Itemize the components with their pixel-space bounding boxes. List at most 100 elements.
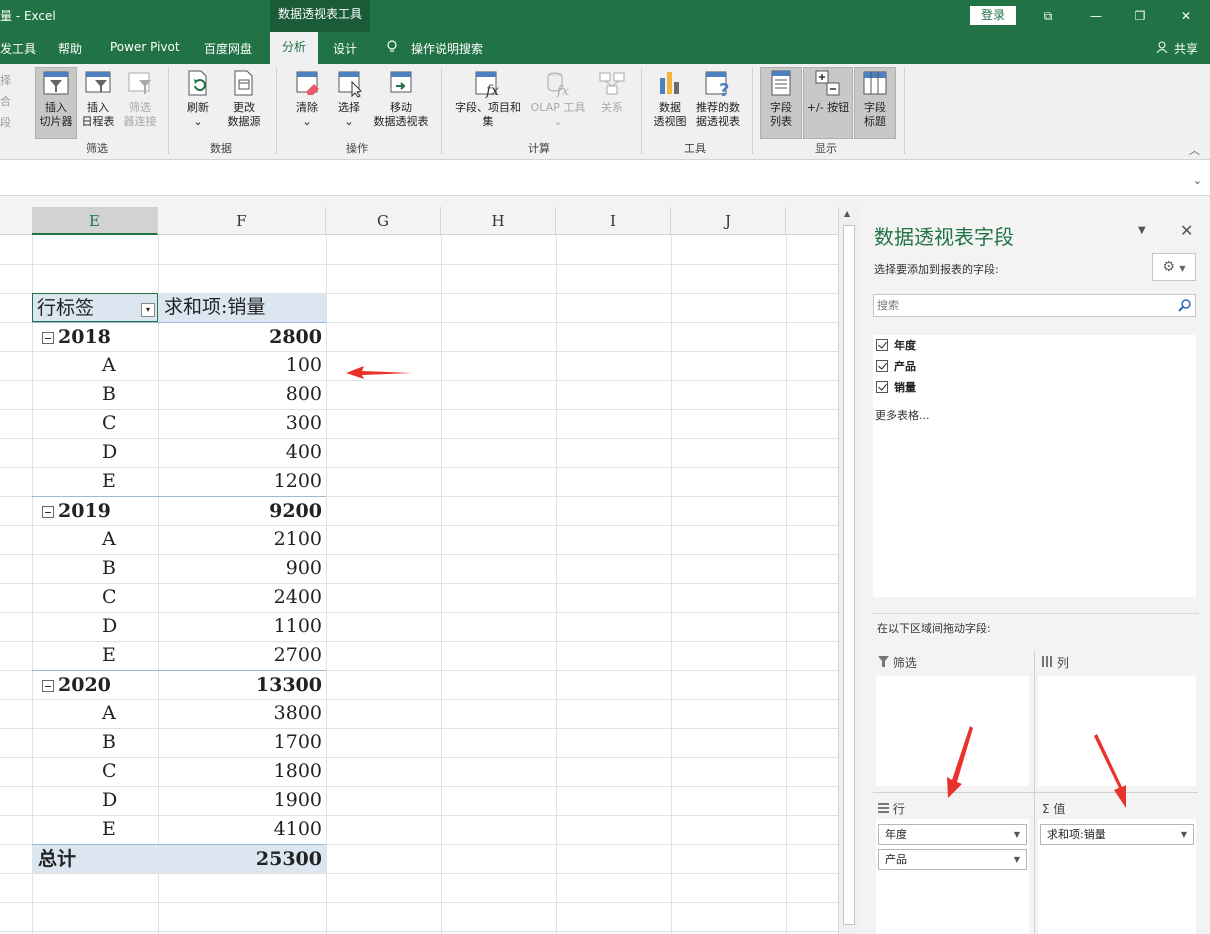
column-header-e[interactable]: E (32, 207, 158, 235)
scroll-up-icon[interactable]: ▲ (844, 209, 850, 218)
tab-analyze[interactable]: 分析 (270, 32, 319, 64)
pivot-product-value[interactable]: 1100 (158, 612, 326, 641)
pivot-product-label[interactable]: D (32, 786, 158, 815)
column-header-h[interactable]: H (441, 207, 556, 235)
pivot-product-value[interactable]: 2400 (158, 583, 326, 612)
pivot-product-value[interactable]: 900 (158, 554, 326, 583)
pivot-product-value[interactable]: 300 (158, 409, 326, 438)
move-pivottable-button[interactable]: 移动 数据透视表 (370, 68, 432, 129)
column-header-i[interactable]: I (556, 207, 671, 235)
olap-tools-button[interactable]: fx OLAP 工具 ⌄ (528, 68, 588, 129)
pivot-year-row-label[interactable]: 2019 (32, 496, 158, 525)
row-field-product[interactable]: 产品 ▼ (878, 849, 1027, 870)
pivot-product-label[interactable]: E (32, 641, 158, 670)
ribbon-display-options-icon[interactable]: ⧉ (1038, 6, 1058, 26)
pivot-product-label[interactable]: C (32, 583, 158, 612)
worksheet-grid[interactable]: E F G H I J 行标签 ▾ 求和项:销量 2018 2800 A 100 B 800 C 3… (0, 207, 838, 934)
share-button[interactable]: 共享 (1156, 40, 1198, 57)
pivot-product-value[interactable]: 800 (158, 380, 326, 409)
recommended-pivottables-button[interactable]: ? 推荐的数 据透视表 (692, 68, 744, 129)
pivot-year-row-label[interactable]: 2020 (32, 670, 158, 699)
pivot-year-row-label[interactable]: 2018 (32, 322, 158, 351)
clear-button[interactable]: 清除 ⌄ (290, 68, 324, 129)
relationships-button[interactable]: 关系 (592, 68, 632, 115)
collapse-group-icon[interactable] (42, 506, 54, 518)
field-list-button[interactable]: 字段 列表 (760, 67, 802, 139)
restore-icon[interactable]: ❐ (1130, 6, 1150, 26)
lightbulb-icon (386, 40, 398, 57)
collapse-ribbon-icon[interactable]: ︿ (1189, 142, 1200, 158)
minimize-icon[interactable]: — (1086, 6, 1106, 26)
pivot-product-label[interactable]: E (32, 815, 158, 844)
column-header-g[interactable]: G (326, 207, 441, 235)
collapse-group-icon[interactable] (42, 332, 54, 344)
pivot-product-label[interactable]: D (32, 438, 158, 467)
gear-icon[interactable]: ⚙ ▼ (1152, 253, 1196, 281)
pivot-product-value[interactable]: 3800 (158, 699, 326, 728)
field-checkbox-product[interactable]: 产品 (876, 358, 916, 374)
pivot-product-value[interactable]: 4100 (158, 815, 326, 844)
pane-options-chevron-icon[interactable]: ▼ (1138, 225, 1146, 236)
row-labels-filter-dropdown-icon[interactable]: ▾ (141, 303, 155, 317)
pivot-grand-total-label[interactable]: 总计 (32, 844, 158, 873)
tab-design[interactable]: 设计 (333, 40, 357, 57)
insert-timeline-button[interactable]: 插入 日程表 (78, 68, 118, 129)
pivot-product-label[interactable]: D (32, 612, 158, 641)
pivot-product-label[interactable]: B (32, 380, 158, 409)
more-tables-link[interactable]: 更多表格... (875, 407, 930, 423)
field-search-input[interactable]: 搜索 (873, 294, 1196, 317)
vertical-scrollbar[interactable]: ▲ (838, 207, 858, 934)
pivot-value-header[interactable]: 求和项:销量 (158, 293, 326, 322)
login-button[interactable]: 登录 (970, 6, 1016, 25)
pivot-product-value[interactable]: 1200 (158, 467, 326, 496)
pivot-row-labels-header[interactable]: 行标签 ▾ (32, 293, 158, 322)
close-pane-icon[interactable]: ✕ (1180, 221, 1193, 240)
pivot-product-value[interactable]: 100 (158, 351, 326, 380)
pivot-year-subtotal[interactable]: 9200 (158, 496, 326, 525)
pivot-year-subtotal[interactable]: 2800 (158, 322, 326, 351)
expand-formula-bar-icon[interactable]: ⌄ (1193, 174, 1202, 187)
tab-baidu-netdisk[interactable]: 百度网盘 (204, 40, 252, 57)
collapse-group-icon[interactable] (42, 680, 54, 692)
column-header-j[interactable]: J (671, 207, 786, 235)
pivot-product-value[interactable]: 1700 (158, 728, 326, 757)
scrollbar-thumb[interactable] (843, 225, 855, 925)
pivot-product-value[interactable]: 2700 (158, 641, 326, 670)
pivot-product-value[interactable]: 1900 (158, 786, 326, 815)
field-headers-button[interactable]: 字段 标题 (854, 67, 896, 139)
field-checkbox-year[interactable]: 年度 (876, 337, 916, 353)
rows-drop-area[interactable]: 年度 ▼ 产品 ▼ (876, 819, 1029, 934)
pivot-product-label[interactable]: B (32, 554, 158, 583)
close-window-icon[interactable]: ✕ (1176, 6, 1196, 26)
pivot-product-value[interactable]: 400 (158, 438, 326, 467)
plus-minus-buttons-button[interactable]: +/- 按钮 (803, 67, 853, 139)
pivot-product-label[interactable]: C (32, 409, 158, 438)
filter-connections-button[interactable]: 筛选 器连接 (120, 68, 160, 129)
pivot-product-label[interactable]: C (32, 757, 158, 786)
tab-power-pivot[interactable]: Power Pivot (110, 40, 180, 54)
tab-developer[interactable]: 发工具 (0, 40, 36, 57)
insert-slicer-button[interactable]: 插入 切片器 (35, 67, 77, 139)
row-field-year[interactable]: 年度 ▼ (878, 824, 1027, 845)
pivot-product-label[interactable]: E (32, 467, 158, 496)
pivot-product-label[interactable]: A (32, 699, 158, 728)
pivot-product-label[interactable]: B (32, 728, 158, 757)
pivot-product-label[interactable]: A (32, 525, 158, 554)
pivot-year-subtotal[interactable]: 13300 (158, 670, 326, 699)
column-header-f[interactable]: F (158, 207, 326, 235)
pivot-product-value[interactable]: 1800 (158, 757, 326, 786)
select-button[interactable]: 选择 ⌄ (332, 68, 366, 129)
pivotchart-button[interactable]: 数据 透视图 (650, 68, 690, 129)
tab-help[interactable]: 帮助 (58, 40, 82, 57)
tell-me-search[interactable]: 操作说明搜索 (411, 40, 483, 57)
pivot-product-value[interactable]: 2100 (158, 525, 326, 554)
fields-items-sets-button[interactable]: fx 字段、项目和 集 (450, 68, 526, 129)
refresh-button[interactable]: 刷新 ⌄ (178, 68, 218, 129)
value-field-sum-sales[interactable]: 求和项:销量 ▼ (1040, 824, 1194, 845)
change-data-source-button[interactable]: 更改 数据源 (220, 68, 268, 129)
formula-bar[interactable]: ⌄ (0, 168, 1210, 196)
pivot-product-label[interactable]: A (32, 351, 158, 380)
pivot-grand-total-value[interactable]: 25300 (158, 844, 326, 873)
values-drop-area[interactable]: 求和项:销量 ▼ (1038, 819, 1196, 934)
field-checkbox-sales[interactable]: 销量 (876, 379, 916, 395)
